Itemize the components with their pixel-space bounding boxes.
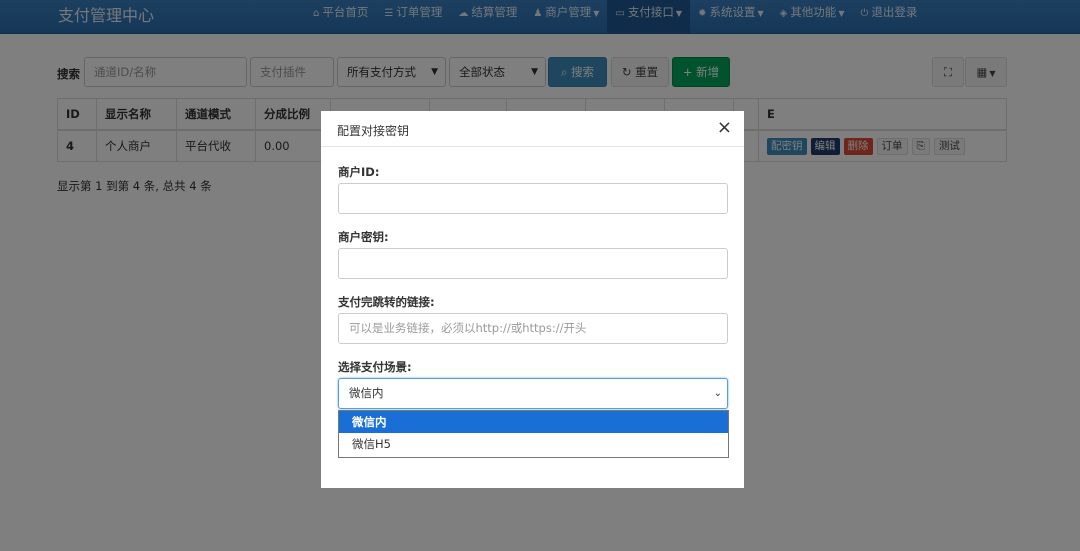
modal-header: 配置对接密钥 × bbox=[321, 111, 744, 147]
return-url-input[interactable]: 可以是业务链接，必须以http://或https://开头 bbox=[338, 313, 728, 344]
chevron-down-icon: ⌄ bbox=[713, 388, 722, 399]
scene-option-wechat-h5[interactable]: 微信H5 bbox=[339, 433, 728, 455]
scene-label: 选择支付场景: bbox=[338, 360, 412, 374]
scene-option-wechat-inner[interactable]: 微信内 bbox=[339, 411, 728, 433]
merchant-key-label: 商户密钥: bbox=[338, 230, 389, 244]
merchant-id-label: 商户ID: bbox=[338, 165, 380, 179]
scene-select[interactable]: 微信内 ⌄ bbox=[338, 378, 728, 409]
scene-dropdown-list: 微信内 微信H5 bbox=[338, 410, 729, 458]
modal-title: 配置对接密钥 bbox=[337, 124, 410, 138]
return-url-label: 支付完跳转的链接: bbox=[338, 295, 435, 309]
merchant-id-input[interactable] bbox=[338, 183, 728, 214]
close-icon[interactable]: × bbox=[717, 118, 732, 138]
merchant-key-input[interactable] bbox=[338, 248, 728, 279]
